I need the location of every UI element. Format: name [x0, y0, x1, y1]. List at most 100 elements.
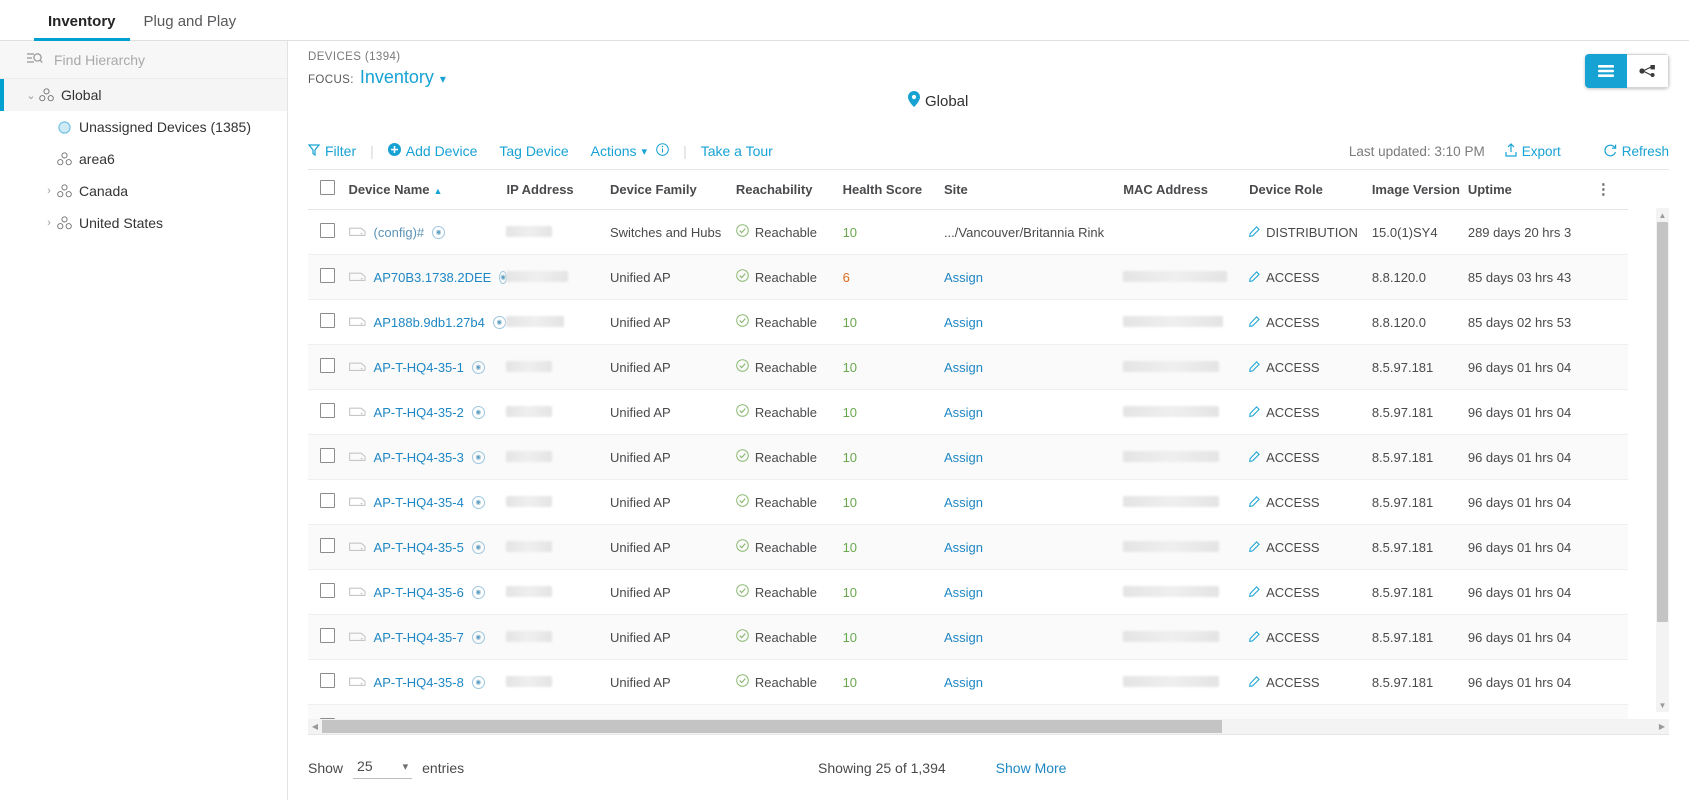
search-input[interactable]	[54, 51, 254, 68]
device-info-badge-icon[interactable]: ◉	[471, 450, 485, 464]
table-row[interactable]: AP-T-HQ4-35-4 ◉ Unified AP Reachable 10 Assig…	[308, 479, 1628, 525]
device-info-badge-icon[interactable]: ◉	[471, 585, 485, 599]
table-row[interactable]: AP70B3.1738.2DEE ◉ Unified AP Reachable 6 Ass…	[308, 254, 1628, 300]
edit-role-icon[interactable]	[1249, 315, 1260, 330]
tree-item-united-states[interactable]: › United States	[0, 207, 287, 239]
device-info-badge-icon[interactable]: ◉	[471, 360, 485, 374]
scroll-down-arrow-icon[interactable]: ▼	[1656, 698, 1669, 712]
header-reachability[interactable]: Reachability	[735, 170, 843, 210]
row-checkbox[interactable]	[320, 358, 335, 373]
edit-role-icon[interactable]	[1249, 405, 1260, 420]
horizontal-scroll-thumb[interactable]	[322, 720, 1222, 733]
row-checkbox[interactable]	[320, 268, 335, 283]
refresh-button[interactable]: Refresh	[1603, 143, 1669, 160]
take-a-tour-button[interactable]: Take a Tour	[701, 143, 773, 159]
edit-role-icon[interactable]	[1249, 225, 1260, 240]
edit-role-icon[interactable]	[1249, 540, 1260, 555]
assign-site-link[interactable]: Assign	[944, 360, 983, 375]
chevron-down-icon[interactable]: ⌄	[24, 88, 38, 102]
assign-site-link[interactable]: Assign	[944, 270, 983, 285]
device-info-badge-icon[interactable]: ◉	[471, 675, 485, 689]
header-ip-address[interactable]: IP Address	[506, 170, 610, 210]
filter-button[interactable]: Filter	[307, 143, 356, 159]
tree-item-global[interactable]: ⌄ Global	[0, 79, 287, 111]
device-name-link[interactable]: AP-T-HQ4-35-3	[374, 450, 464, 465]
edit-role-icon[interactable]	[1249, 360, 1260, 375]
actions-menu-button[interactable]: Actions ▾	[591, 143, 669, 159]
assign-site-link[interactable]: Assign	[944, 540, 983, 555]
tab-plug-and-play[interactable]: Plug and Play	[130, 14, 251, 40]
edit-role-icon[interactable]	[1249, 270, 1260, 285]
list-view-icon[interactable]	[1585, 54, 1627, 88]
table-row[interactable]: AP-T-HQ4-35-6 ◉ Unified AP Reachable 10 Assig…	[308, 569, 1628, 615]
row-checkbox[interactable]	[320, 313, 335, 328]
device-info-badge-icon[interactable]: ◉	[471, 405, 485, 419]
row-checkbox[interactable]	[320, 673, 335, 688]
add-device-button[interactable]: Add Device	[387, 143, 477, 159]
chevron-right-icon[interactable]: ›	[42, 216, 56, 230]
table-row[interactable]: AP-T-HQ4-35-5 ◉ Unified AP Reachable 10 Assig…	[308, 524, 1628, 570]
device-name-link[interactable]: AP70B3.1738.2DEE	[374, 270, 492, 285]
edit-role-icon[interactable]	[1249, 585, 1260, 600]
device-name-link[interactable]: AP-T-HQ4-35-8	[374, 675, 464, 690]
device-name-link[interactable]: AP-T-HQ4-35-5	[374, 540, 464, 555]
device-info-badge-icon[interactable]: ◉	[471, 495, 485, 509]
select-all-checkbox[interactable]	[320, 180, 335, 195]
assign-site-link[interactable]: Assign	[944, 495, 983, 510]
vertical-scroll-thumb[interactable]	[1657, 222, 1668, 622]
hierarchy-search-row[interactable]	[0, 41, 287, 79]
header-mac-address[interactable]: MAC Address	[1123, 170, 1250, 210]
device-info-badge-icon[interactable]: ◉	[471, 630, 485, 644]
header-device-name[interactable]: Device Name ▲	[348, 170, 507, 210]
info-icon[interactable]	[656, 143, 669, 159]
table-row[interactable]: AP-T-HQ4-35-3 ◉ Unified AP Reachable 10 Assig…	[308, 434, 1628, 480]
device-name-link[interactable]: AP-T-HQ4-35-2	[374, 405, 464, 420]
row-checkbox[interactable]	[320, 538, 335, 553]
row-checkbox[interactable]	[320, 223, 335, 238]
header-uptime[interactable]: Uptime	[1467, 170, 1596, 210]
row-checkbox[interactable]	[320, 583, 335, 598]
topology-view-icon[interactable]	[1627, 54, 1669, 88]
kebab-icon[interactable]: ⋮	[1596, 181, 1612, 198]
assign-site-link[interactable]: Assign	[944, 405, 983, 420]
assign-site-link[interactable]: Assign	[944, 630, 983, 645]
table-row[interactable]: AP188b.9db1.27b4 ◉ Unified AP Reachable 10 As…	[308, 299, 1628, 345]
row-checkbox[interactable]	[320, 448, 335, 463]
table-row[interactable]: (config)# ◉ Switches and Hubs Reachable 10..…	[308, 209, 1628, 255]
page-size-select[interactable]: 25 ▾	[353, 756, 413, 779]
assign-site-link[interactable]: Assign	[944, 315, 983, 330]
device-info-badge-icon[interactable]: ◉	[471, 540, 485, 554]
row-checkbox[interactable]	[320, 403, 335, 418]
device-info-badge-icon[interactable]: ◉	[492, 315, 506, 329]
scroll-left-arrow-icon[interactable]: ◀	[308, 719, 322, 734]
edit-role-icon[interactable]	[1249, 675, 1260, 690]
assign-site-link[interactable]: Assign	[944, 450, 983, 465]
table-row[interactable]: AP-T-HQ4-35-1 ◉ Unified AP Reachable 10 Assig…	[308, 344, 1628, 390]
tree-item-canada[interactable]: › Canada	[0, 175, 287, 207]
table-row[interactable]: AP-T-HQ4-35-8 ◉ Unified AP Reachable 10 Assig…	[308, 659, 1628, 705]
edit-role-icon[interactable]	[1249, 450, 1260, 465]
table-row[interactable]: AP-T-HQ4-35-7 ◉ Unified AP Reachable 10 Assig…	[308, 614, 1628, 660]
assign-site-link[interactable]: Assign	[944, 585, 983, 600]
header-image-version[interactable]: Image Version	[1371, 170, 1468, 210]
export-button[interactable]: Export	[1505, 142, 1561, 160]
scroll-right-arrow-icon[interactable]: ▶	[1655, 719, 1669, 734]
table-horizontal-scrollbar[interactable]: ◀ ▶	[308, 719, 1669, 734]
device-name-link[interactable]: AP-T-HQ4-35-1	[374, 360, 464, 375]
tree-item-unassigned-devices-1385[interactable]: Unassigned Devices (1385)	[0, 111, 287, 143]
table-vertical-scrollbar[interactable]: ▲ ▼	[1656, 208, 1669, 712]
table-row[interactable]: AP-T-HQ4-35-2 ◉ Unified AP Reachable 10 Assig…	[308, 389, 1628, 435]
header-device-family[interactable]: Device Family	[609, 170, 736, 210]
header-column-settings[interactable]: ⋮	[1595, 170, 1628, 210]
device-name-link[interactable]: AP-T-HQ4-35-6	[374, 585, 464, 600]
chevron-right-icon[interactable]: ›	[42, 184, 56, 198]
show-more-button[interactable]: Show More	[996, 760, 1067, 776]
edit-role-icon[interactable]	[1249, 495, 1260, 510]
focus-value[interactable]: Inventory	[360, 67, 434, 88]
device-name-link[interactable]: (config)#	[374, 225, 425, 240]
device-name-link[interactable]: AP-T-HQ4-35-4	[374, 495, 464, 510]
device-info-badge-icon[interactable]: ◉	[432, 225, 446, 239]
edit-role-icon[interactable]	[1249, 630, 1260, 645]
device-name-link[interactable]: AP-T-HQ4-35-7	[374, 630, 464, 645]
device-name-link[interactable]: AP188b.9db1.27b4	[374, 315, 485, 330]
